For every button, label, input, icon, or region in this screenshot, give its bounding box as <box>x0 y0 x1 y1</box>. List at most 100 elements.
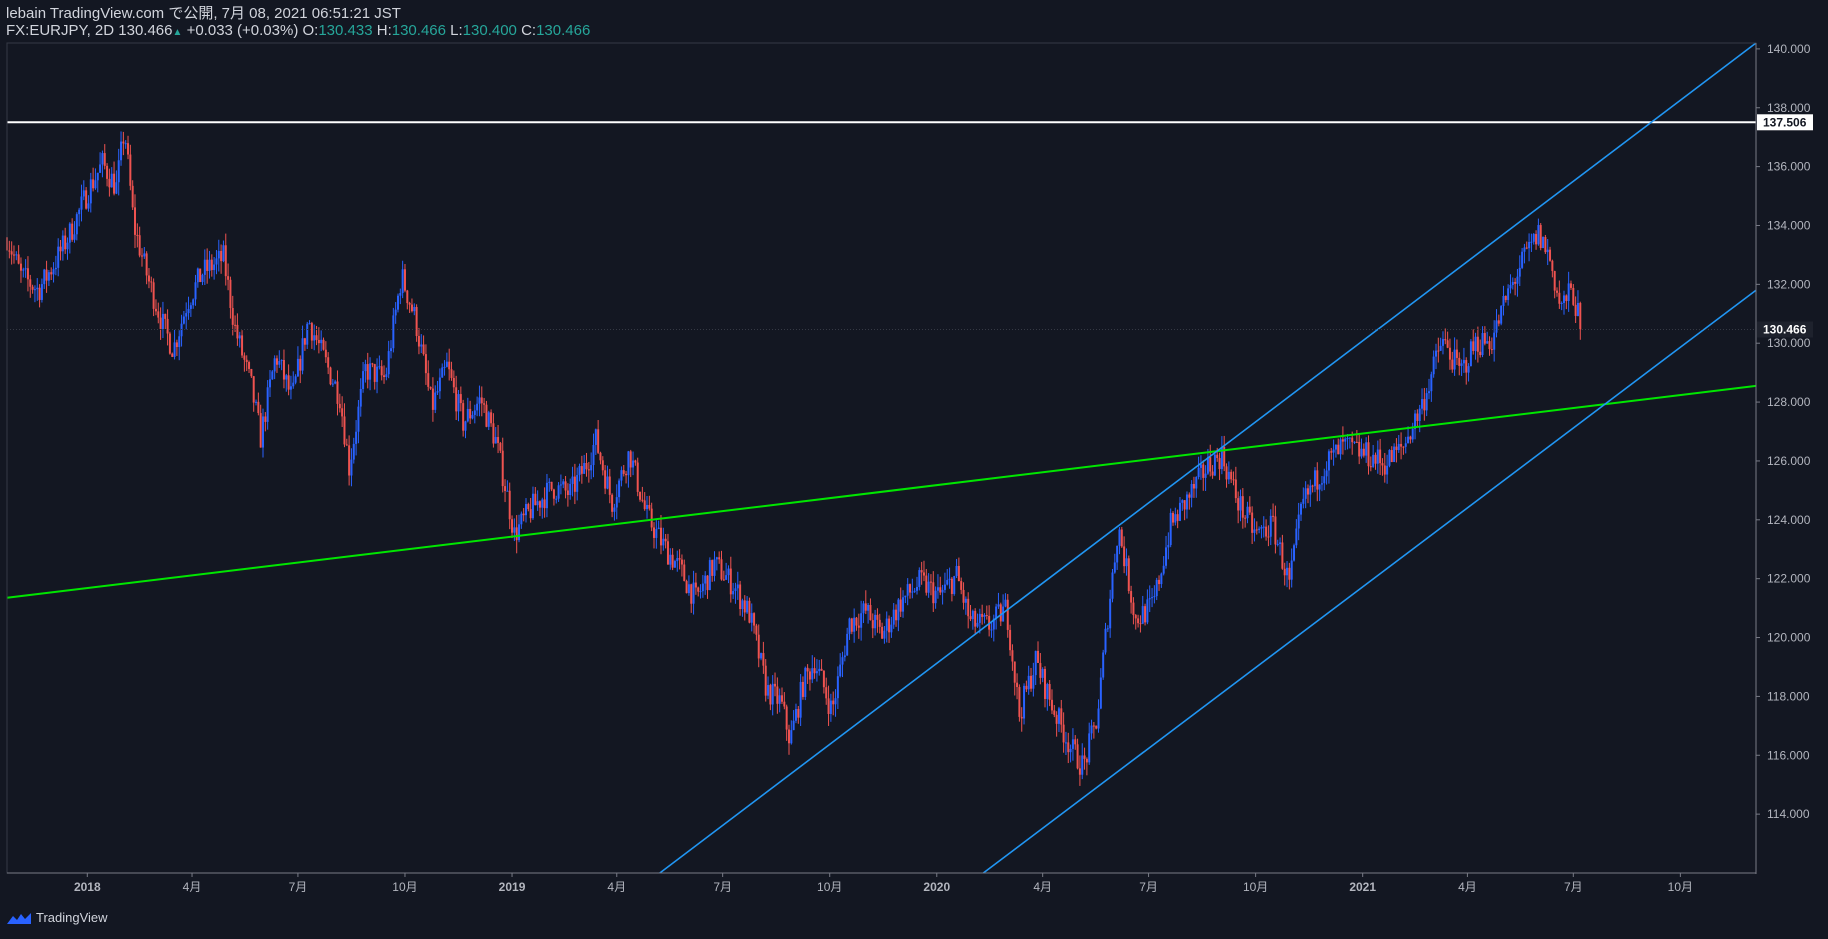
candle-up <box>1106 628 1109 630</box>
candle-down <box>666 541 669 565</box>
candle-up <box>725 575 728 580</box>
candle-up <box>1169 512 1172 546</box>
candle-down <box>806 667 809 672</box>
candle-down <box>1158 579 1161 585</box>
candle-down <box>303 338 306 345</box>
candle-up <box>1113 562 1116 573</box>
candle-up <box>101 153 104 165</box>
candle-down <box>967 598 970 617</box>
candle-up <box>285 375 288 380</box>
candle-down <box>573 476 576 492</box>
candle-up <box>1269 515 1272 537</box>
candle-down <box>1234 479 1237 499</box>
candle-up <box>1500 306 1503 324</box>
candle-down <box>1037 650 1040 663</box>
candle-up <box>292 382 295 387</box>
candle-up <box>1071 739 1074 749</box>
candle-up <box>1165 547 1168 566</box>
candle-up <box>222 245 225 262</box>
candle-up <box>394 309 397 316</box>
candle-down <box>1395 446 1398 451</box>
candle-up <box>1393 446 1396 463</box>
candle-down <box>722 579 725 581</box>
candle-up <box>1339 439 1342 455</box>
candle-up <box>68 223 71 243</box>
candle-down <box>650 508 653 528</box>
candle-up <box>1327 451 1330 471</box>
candle-up <box>82 190 85 197</box>
candle-up <box>559 484 562 486</box>
candle-down <box>827 698 830 714</box>
candle-down <box>604 470 607 489</box>
candle-down <box>1416 413 1419 421</box>
candle-down <box>1216 454 1219 459</box>
candle-down <box>1444 339 1447 341</box>
candle-up <box>1532 234 1535 242</box>
candle-up <box>904 595 907 598</box>
candle-up <box>178 336 181 348</box>
candle-up <box>189 305 192 309</box>
price-chart[interactable]: 114.000 116.000 118.000 120.000 122.000 124.0… <box>0 0 1828 939</box>
candle-up <box>1318 484 1321 490</box>
candle-down <box>415 306 418 336</box>
candle-down <box>1048 684 1051 700</box>
candle-up <box>364 364 367 372</box>
candle-down <box>929 581 932 583</box>
candle-up <box>1372 454 1375 467</box>
candle-down <box>985 615 988 617</box>
candle-up <box>1227 471 1230 480</box>
candle-up <box>396 295 399 310</box>
candle-down <box>762 653 765 666</box>
candle-up <box>1567 283 1570 302</box>
candle-up <box>1090 725 1093 734</box>
candle-down <box>455 387 458 412</box>
candle-down <box>895 609 898 621</box>
candle-down <box>1330 451 1333 453</box>
x-tick-label: 4月 <box>607 880 626 894</box>
candle-up <box>1560 302 1563 304</box>
candle-down <box>366 364 369 380</box>
candle-up <box>124 143 127 145</box>
candle-up <box>955 565 958 576</box>
candle-up <box>1111 572 1114 599</box>
candle-down <box>1076 744 1079 769</box>
candle-up <box>1046 684 1049 699</box>
candle-up <box>569 483 572 496</box>
candle-down <box>1050 699 1053 711</box>
candle-up <box>1320 483 1323 485</box>
candle-down <box>282 360 285 380</box>
candle-up <box>294 376 297 383</box>
candle-down <box>899 599 902 612</box>
candle-up <box>1309 485 1312 495</box>
candle-up <box>96 172 99 181</box>
y-tick-label: 116.000 <box>1767 748 1810 762</box>
y-tick-label: 120.000 <box>1767 631 1811 645</box>
candle-up <box>978 613 981 623</box>
x-tick-label: 7月 <box>289 880 308 894</box>
candle-down <box>1172 512 1174 523</box>
candle-down <box>12 254 15 256</box>
candle-up <box>513 527 516 533</box>
candle-down <box>1362 448 1365 456</box>
candle-down <box>371 363 374 365</box>
candle-down <box>1241 496 1244 518</box>
candle-up <box>1153 596 1156 598</box>
candle-down <box>1016 682 1019 688</box>
candle-down <box>1549 249 1552 261</box>
candle-down <box>45 269 48 281</box>
candle-down <box>820 668 823 671</box>
candle-down <box>85 190 88 209</box>
candle-up <box>1279 542 1282 544</box>
candle-up <box>1262 526 1265 528</box>
candle-down <box>408 303 411 305</box>
candle-up <box>541 499 544 508</box>
candle-down <box>1083 755 1086 759</box>
candle-up <box>1239 496 1242 511</box>
candle-down <box>210 259 213 271</box>
candle-down <box>1123 546 1126 567</box>
candle-up <box>620 470 623 481</box>
candle-up <box>1518 267 1521 277</box>
candle-down <box>1192 483 1195 489</box>
candle-up <box>466 408 469 422</box>
candle-up <box>1141 606 1144 624</box>
